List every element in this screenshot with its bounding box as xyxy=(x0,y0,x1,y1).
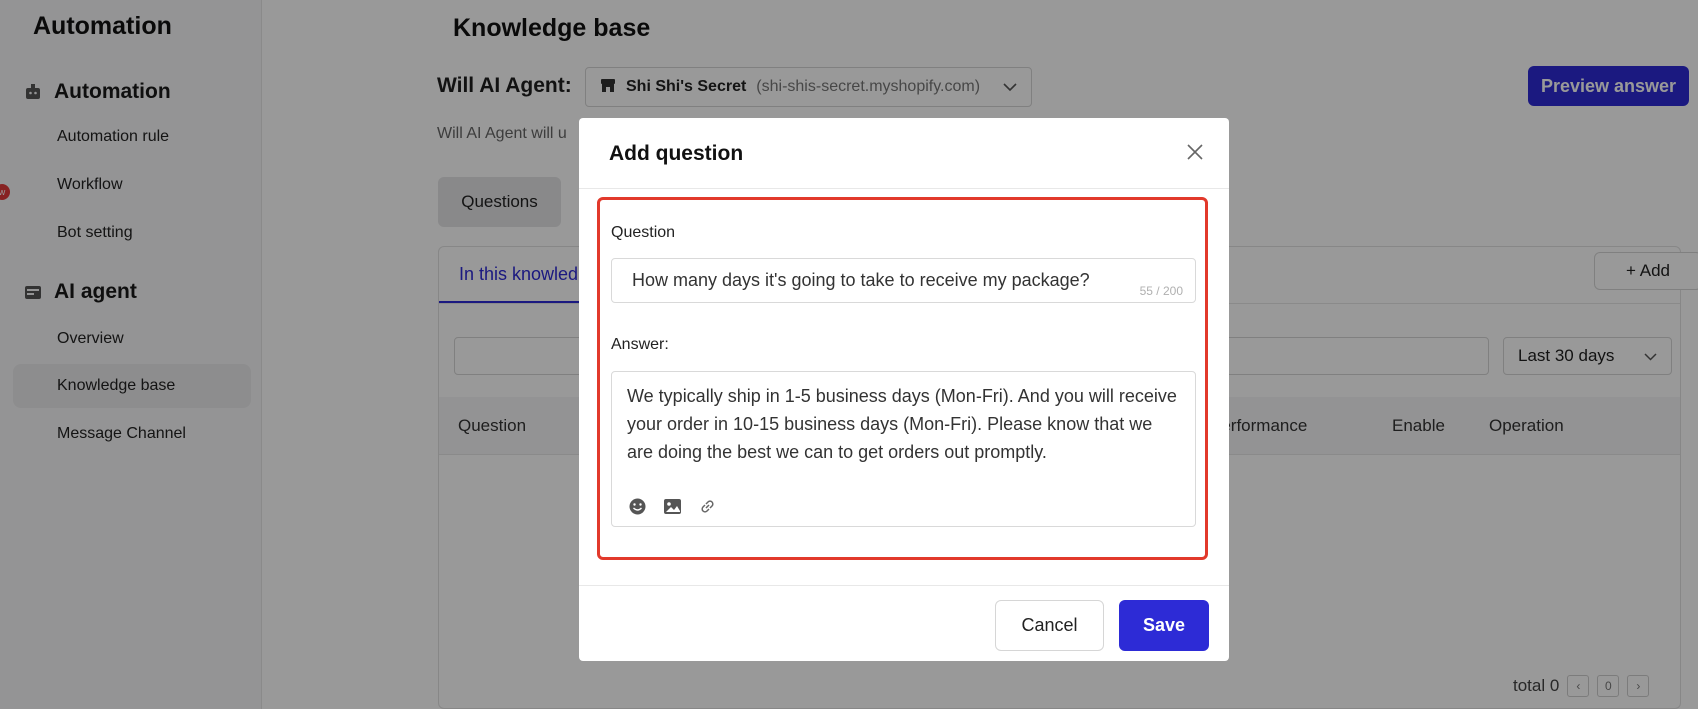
answer-label: Answer: xyxy=(611,336,669,353)
add-question-modal: Add question Question How many days it's… xyxy=(579,118,1229,661)
answer-textarea[interactable]: We typically ship in 1-5 business days (… xyxy=(611,371,1196,527)
save-button[interactable]: Save xyxy=(1119,600,1209,651)
question-label: Question xyxy=(611,224,676,241)
answer-value: We typically ship in 1-5 business days (… xyxy=(627,386,1177,462)
image-icon[interactable] xyxy=(663,497,682,516)
question-char-count: 55 / 200 xyxy=(1139,284,1183,298)
link-icon[interactable] xyxy=(698,497,717,516)
emoji-icon[interactable] xyxy=(628,497,647,516)
modal-title: Add question xyxy=(609,142,744,165)
question-value: How many days it's going to take to rece… xyxy=(632,270,1090,290)
answer-toolbar xyxy=(628,497,717,516)
modal-header-divider xyxy=(579,188,1229,189)
close-icon[interactable] xyxy=(1183,140,1207,164)
modal-footer-divider xyxy=(579,585,1229,586)
question-input[interactable]: How many days it's going to take to rece… xyxy=(611,258,1196,303)
cancel-button[interactable]: Cancel xyxy=(995,600,1104,651)
